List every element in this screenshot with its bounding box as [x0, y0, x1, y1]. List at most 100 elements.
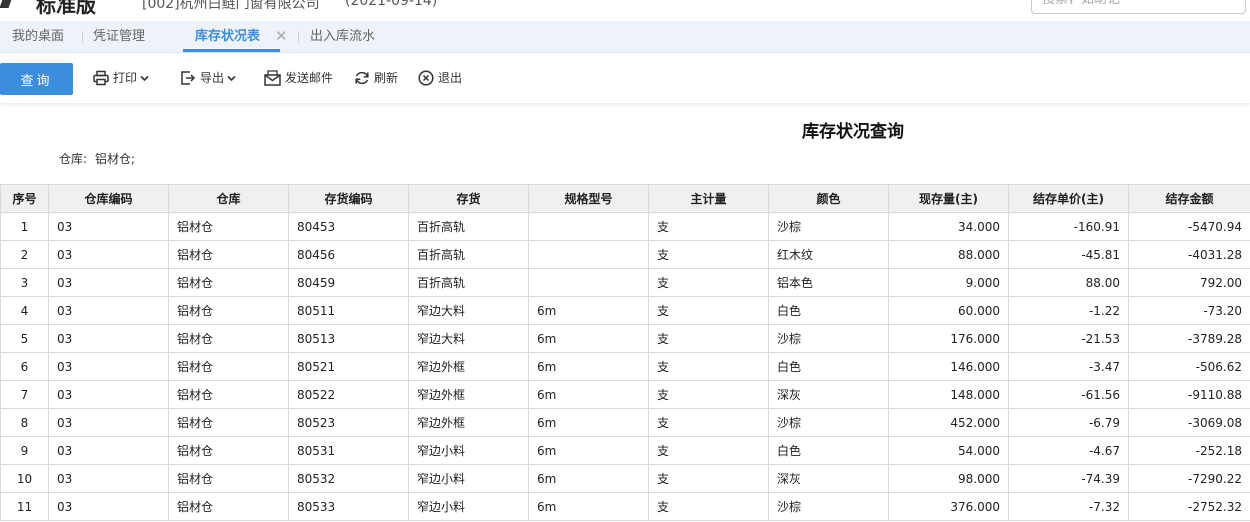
cell-unit: 支: [648, 324, 769, 353]
cell-unit-price: -160.91: [1008, 212, 1129, 241]
toolbar: 查询 打印 导出 发送邮件 刷新 退出: [0, 53, 1250, 103]
cell-unit: 支: [648, 212, 769, 241]
cell-item-code: 80511: [288, 296, 409, 325]
print-label: 打印: [113, 71, 138, 85]
cell-quantity: 98.000: [888, 464, 1009, 493]
cell-unit-price: -6.79: [1008, 408, 1129, 437]
table-row[interactable]: 4 03 铝材仓 80511 窄边大料 6m 支白色 60.000 -1.22 -73.20: [0, 296, 1250, 325]
cell-warehouse-code: 03: [48, 352, 169, 381]
cell-warehouse-code: 03: [48, 324, 169, 353]
table-row[interactable]: 9 03 铝材仓 80531 窄边小料 6m 支白色 54.000 -4.67 -252.18: [0, 436, 1250, 465]
cell-warehouse-code: 03: [48, 436, 169, 465]
refresh-label: 刷新: [374, 71, 399, 85]
column-header-item-code[interactable]: 存货编码: [288, 184, 409, 213]
cell-item: 窄边小料: [408, 492, 529, 521]
cell-warehouse-code: 03: [48, 380, 169, 409]
cell-item: 窄边外框: [408, 408, 529, 437]
cell-amount: -5470.94: [1128, 212, 1250, 241]
search-input[interactable]: [1032, 0, 1242, 11]
header-row: 序号 仓库编码 仓库 存货编码 存货 规格型号 主计量 颜色 现存量(主) 结存单价(主) 结存金额: [0, 184, 1250, 213]
cell-item-code: 80456: [288, 240, 409, 269]
cell-quantity: 9.000: [888, 268, 1009, 297]
cell-spec: 6m: [528, 352, 649, 381]
cell-unit: 支: [648, 240, 769, 269]
send-email-label: 发送邮件: [285, 71, 334, 85]
tab-divider: [298, 31, 299, 43]
cell-amount: -3069.08: [1128, 408, 1250, 437]
cell-unit-price: -4.67: [1008, 436, 1129, 465]
cell-warehouse-code: 03: [48, 240, 169, 269]
cell-amount: -9110.88: [1128, 380, 1250, 409]
column-header-spec[interactable]: 规格型号: [528, 184, 649, 213]
cell-item: 窄边小料: [408, 464, 529, 493]
cell-warehouse: 铝材仓: [168, 324, 289, 353]
printer-icon: [93, 70, 109, 86]
table-row[interactable]: 6 03 铝材仓 80521 窄边外框 6m 支白色 146.000 -3.47 -506.62: [0, 352, 1250, 381]
print-button[interactable]: 打印: [93, 67, 149, 89]
cell-item-code: 80521: [288, 352, 409, 381]
cell-index: 3: [0, 268, 49, 297]
column-header-amount[interactable]: 结存金额: [1128, 184, 1250, 213]
cell-warehouse: 铝材仓: [168, 352, 289, 381]
tab-stock-flow[interactable]: 出入库流水: [310, 21, 375, 52]
cell-unit: 支: [648, 464, 769, 493]
tab-desktop[interactable]: 我的桌面: [12, 21, 64, 52]
cell-unit: 支: [648, 492, 769, 521]
cell-warehouse: 铝材仓: [168, 296, 289, 325]
cell-warehouse-code: 03: [48, 464, 169, 493]
cell-spec: [528, 212, 649, 241]
cell-amount: -4031.28: [1128, 240, 1250, 269]
column-header-unit-price[interactable]: 结存单价(主): [1008, 184, 1129, 213]
logo-icon: [0, 0, 14, 8]
cell-unit: 支: [648, 268, 769, 297]
cell-warehouse: 铝材仓: [168, 268, 289, 297]
export-button[interactable]: 导出: [180, 67, 236, 89]
table-row[interactable]: 3 03 铝材仓 80459 百折高轨 支铝本色 9.000 88.00 792.00: [0, 268, 1250, 297]
cell-warehouse: 铝材仓: [168, 240, 289, 269]
cell-index: 8: [0, 408, 49, 437]
cell-color: 深灰: [768, 380, 889, 409]
cell-index: 1: [0, 212, 49, 241]
cell-item-code: 80533: [288, 492, 409, 521]
close-tab-icon[interactable]: ✕: [275, 21, 288, 52]
tab-voucher-management[interactable]: 凭证管理: [93, 21, 145, 52]
table-row[interactable]: 1 03 铝材仓 80453 百折高轨 支沙棕 34.000 -160.91 -5470.94: [0, 212, 1250, 241]
column-header-warehouse[interactable]: 仓库: [168, 184, 289, 213]
send-email-button[interactable]: 发送邮件: [264, 67, 333, 89]
table-row[interactable]: 5 03 铝材仓 80513 窄边大料 6m 支沙棕 176.000 -21.53 -3789.2…: [0, 324, 1250, 353]
exit-button[interactable]: 退出: [418, 67, 462, 89]
column-header-quantity[interactable]: 现存量(主): [888, 184, 1009, 213]
cell-item-code: 80532: [288, 464, 409, 493]
cell-unit-price: 88.00: [1008, 268, 1129, 297]
query-button[interactable]: 查询: [0, 63, 73, 95]
cell-item-code: 80522: [288, 380, 409, 409]
filter-value: 铝材仓;: [95, 152, 136, 166]
cell-amount: -506.62: [1128, 352, 1250, 381]
cell-index: 6: [0, 352, 49, 381]
table-row[interactable]: 7 03 铝材仓 80522 窄边外框 6m 支深灰 148.000 -61.56 -9110.8…: [0, 380, 1250, 409]
filter-label: 仓库:: [59, 152, 88, 166]
cell-spec: 6m: [528, 436, 649, 465]
column-header-unit[interactable]: 主计量: [648, 184, 769, 213]
chevron-down-icon: [140, 75, 149, 81]
tab-inventory-status[interactable]: 库存状况表: [182, 21, 281, 52]
cell-warehouse-code: 03: [48, 492, 169, 521]
global-search[interactable]: [1031, 0, 1246, 14]
refresh-button[interactable]: 刷新: [354, 67, 398, 89]
column-header-warehouse-code[interactable]: 仓库编码: [48, 184, 169, 213]
cell-warehouse: 铝材仓: [168, 212, 289, 241]
cell-index: 5: [0, 324, 49, 353]
cell-quantity: 376.000: [888, 492, 1009, 521]
column-header-index[interactable]: 序号: [0, 184, 49, 213]
mail-icon: [264, 70, 281, 86]
table-row[interactable]: 2 03 铝材仓 80456 百折高轨 支红木纹 88.000 -45.81 -4031.28: [0, 240, 1250, 269]
column-header-item[interactable]: 存货: [408, 184, 529, 213]
table-row[interactable]: 10 03 铝材仓 80532 窄边小料 6m 支深灰 98.000 -74.39 -7290.2…: [0, 464, 1250, 493]
cell-color: 沙棕: [768, 324, 889, 353]
table-row[interactable]: 11 03 铝材仓 80533 窄边小料 6m 支沙棕 376.000 -7.32 -2752.3…: [0, 492, 1250, 521]
table-header: 序号 仓库编码 仓库 存货编码 存货 规格型号 主计量 颜色 现存量(主) 结存单价(主) 结存金额: [0, 184, 1250, 213]
table-row[interactable]: 8 03 铝材仓 80523 窄边外框 6m 支沙棕 452.000 -6.79 -3069.08: [0, 408, 1250, 437]
column-header-color[interactable]: 颜色: [768, 184, 889, 213]
cell-index: 4: [0, 296, 49, 325]
cell-amount: -7290.22: [1128, 464, 1250, 493]
